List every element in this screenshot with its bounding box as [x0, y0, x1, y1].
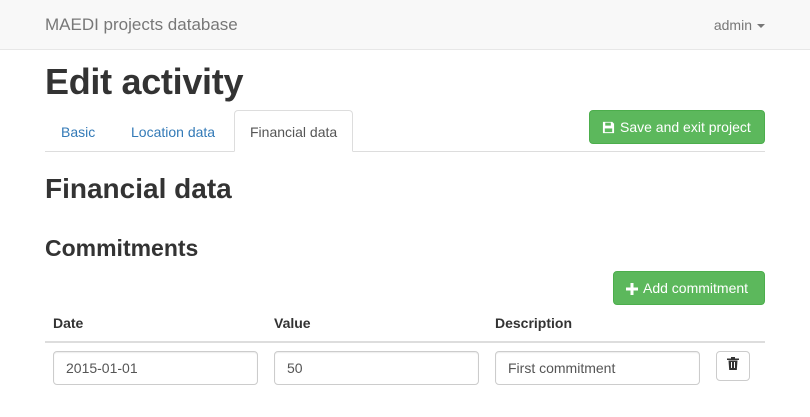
- navbar: MAEDI projects database admin: [0, 0, 810, 50]
- add-commitment-button[interactable]: Add commitment: [613, 271, 765, 305]
- section-title: Financial data: [45, 173, 232, 204]
- date-input[interactable]: [53, 351, 258, 385]
- tab-basic[interactable]: Basic: [45, 110, 111, 152]
- column-header-description: Description: [495, 315, 573, 331]
- floppy-disk-icon: [602, 119, 615, 139]
- page-title: Edit activity: [45, 61, 244, 102]
- commitments-table-header: Date Value Description: [45, 313, 765, 343]
- delete-commitment-button[interactable]: [716, 351, 750, 381]
- description-input[interactable]: [495, 351, 700, 385]
- column-header-date: Date: [53, 315, 84, 331]
- save-and-exit-button[interactable]: Save and exit project: [589, 110, 765, 144]
- value-input[interactable]: [274, 351, 479, 385]
- commitments-heading: Commitments: [45, 235, 199, 261]
- brand-link[interactable]: MAEDI projects database: [45, 15, 238, 35]
- save-and-exit-label: Save and exit project: [620, 119, 751, 135]
- trash-icon: [727, 357, 739, 375]
- tab-financial-data[interactable]: Financial data: [234, 110, 354, 152]
- user-menu-label: admin: [713, 17, 752, 33]
- column-header-value: Value: [274, 315, 311, 331]
- chevron-down-icon: [757, 24, 765, 29]
- user-menu-toggle[interactable]: admin: [714, 17, 765, 33]
- tab-location-data[interactable]: Location data: [115, 110, 231, 152]
- plus-icon: [626, 280, 638, 300]
- add-commitment-label: Add commitment: [643, 280, 749, 296]
